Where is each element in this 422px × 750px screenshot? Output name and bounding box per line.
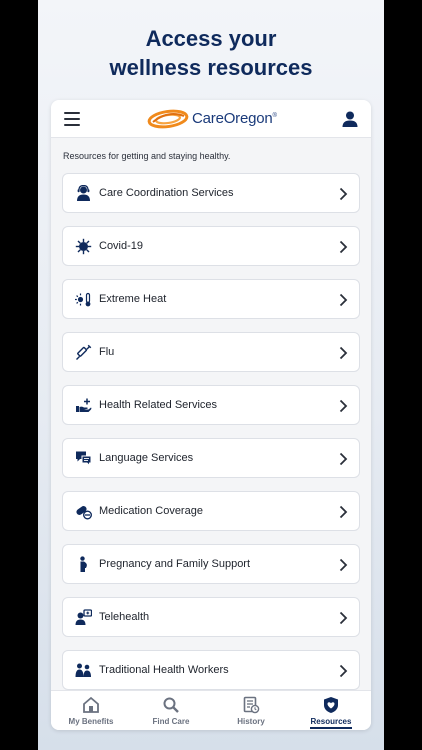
resource-label: Language Services xyxy=(99,452,194,464)
chat-bubbles-icon xyxy=(76,451,92,467)
resource-label: Flu xyxy=(99,346,115,358)
promo-headline: Access your wellness resources xyxy=(38,24,384,82)
chevron-right-icon xyxy=(339,187,348,201)
pregnancy-icon xyxy=(80,556,87,572)
care-coordinator-icon xyxy=(77,185,90,201)
tab-history[interactable]: History xyxy=(211,691,291,730)
chevron-right-icon xyxy=(339,505,348,519)
virus-icon xyxy=(75,238,92,255)
careoregon-logo: CareOregon® xyxy=(147,108,277,130)
syringe-icon xyxy=(76,344,92,360)
resource-item-health-related-services[interactable]: Health Related Services xyxy=(62,385,360,425)
chevron-right-icon xyxy=(339,293,348,307)
resource-label: Telehealth xyxy=(99,611,150,623)
tab-resources[interactable]: Resources xyxy=(291,691,371,730)
chevron-right-icon xyxy=(339,558,348,572)
tab-label: History xyxy=(237,717,265,726)
resource-label: Medication Coverage xyxy=(99,505,203,517)
tab-find-care[interactable]: Find Care xyxy=(131,691,211,730)
brand-name: CareOregon® xyxy=(192,110,277,127)
tab-label: Find Care xyxy=(152,717,190,726)
resource-item-language-services[interactable]: Language Services xyxy=(62,438,360,478)
pill-icon xyxy=(76,506,92,520)
chevron-right-icon xyxy=(339,399,348,413)
resource-item-medication-coverage[interactable]: Medication Coverage xyxy=(62,491,360,531)
menu-icon[interactable] xyxy=(64,112,80,126)
promo-line-2: wellness resources xyxy=(109,55,313,80)
resource-label: Pregnancy and Family Support xyxy=(99,558,251,570)
resource-item-telehealth[interactable]: Telehealth xyxy=(62,597,360,637)
resource-item-care-coordination[interactable]: Care Coordination Services xyxy=(62,173,360,213)
telehealth-icon xyxy=(75,609,92,625)
shield-icon xyxy=(324,697,338,713)
bottom-tab-bar: My Benefits Find Care History Resources xyxy=(51,690,371,730)
promo-stage: Access your wellness resources CareOrego… xyxy=(38,0,384,750)
active-tab-indicator xyxy=(310,727,352,729)
tab-my-benefits[interactable]: My Benefits xyxy=(51,691,131,730)
resource-label: Traditional Health Workers xyxy=(99,664,229,676)
app-header: CareOregon® xyxy=(51,100,371,138)
resource-label: Extreme Heat xyxy=(99,293,167,305)
search-icon xyxy=(163,697,179,713)
resource-item-traditional-health-workers[interactable]: Traditional Health Workers xyxy=(62,650,360,690)
swirl-logo-icon xyxy=(147,109,189,129)
resource-item-extreme-heat[interactable]: Extreme Heat xyxy=(62,279,360,319)
user-profile-icon[interactable] xyxy=(341,110,359,128)
resource-label: Care Coordination Services xyxy=(99,187,234,199)
home-icon xyxy=(83,696,99,713)
tab-label: My Benefits xyxy=(68,717,114,726)
resource-item-pregnancy-family-support[interactable]: Pregnancy and Family Support xyxy=(62,544,360,584)
resource-item-covid-19[interactable]: Covid-19 xyxy=(62,226,360,266)
promo-line-1: Access your xyxy=(145,26,277,51)
tab-label: Resources xyxy=(310,717,352,726)
chevron-right-icon xyxy=(339,452,348,466)
resource-label: Covid-19 xyxy=(99,240,144,252)
chevron-right-icon xyxy=(339,611,348,625)
chevron-right-icon xyxy=(339,664,348,678)
resource-label: Health Related Services xyxy=(99,399,218,411)
resources-intro: Resources for getting and staying health… xyxy=(63,151,231,161)
chevron-right-icon xyxy=(339,240,348,254)
resource-item-flu[interactable]: Flu xyxy=(62,332,360,372)
chevron-right-icon xyxy=(339,346,348,360)
hand-plus-icon xyxy=(76,398,92,412)
app-screen: CareOregon® Resources for getting and st… xyxy=(51,100,371,730)
sun-thermometer-icon xyxy=(75,292,91,307)
history-icon xyxy=(243,696,260,714)
health-worker-icon xyxy=(75,663,91,677)
